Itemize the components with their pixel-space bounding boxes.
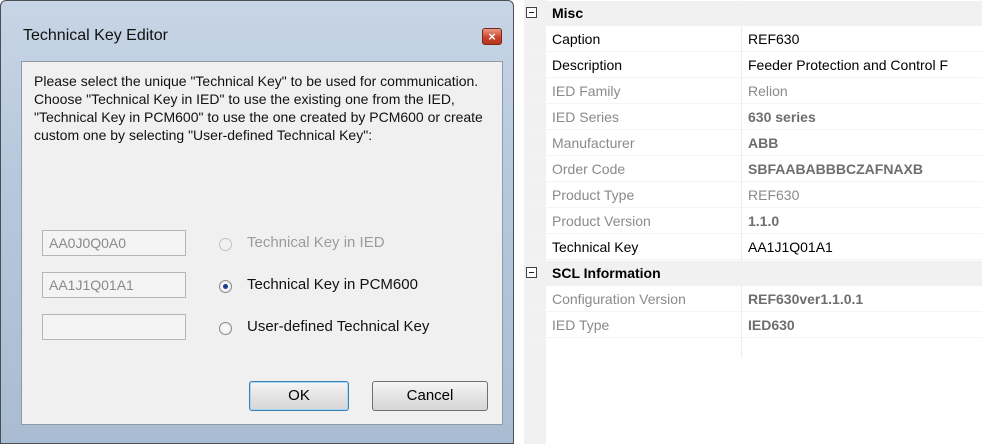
- radio-technical-key-in-ied: [219, 238, 232, 251]
- property-value: REF630ver1.1.0.1: [748, 291, 864, 307]
- property-value: Relion: [748, 83, 788, 99]
- property-value[interactable]: REF630: [748, 27, 982, 52]
- property-row[interactable]: IED Family Relion: [524, 79, 982, 104]
- property-value[interactable]: Feeder Protection and Control F: [748, 53, 982, 78]
- property-row[interactable]: Configuration Version REF630ver1.1.0.1: [524, 287, 982, 312]
- radio-technical-key-in-pcm600[interactable]: [219, 280, 232, 293]
- property-value: REF630: [748, 187, 800, 203]
- property-name: Order Code: [552, 161, 626, 177]
- technical-key-in-pcm600-label[interactable]: Technical Key in PCM600: [247, 276, 418, 293]
- property-name: Manufacturer: [552, 135, 635, 151]
- technical-key-editor-dialog: Technical Key Editor × Please select the…: [0, 0, 514, 444]
- property-row[interactable]: Description Feeder Protection and Control…: [524, 53, 982, 78]
- property-row[interactable]: Product Version 1.1.0: [524, 209, 982, 234]
- cancel-button[interactable]: Cancel: [372, 381, 488, 411]
- close-button[interactable]: ×: [482, 28, 502, 45]
- property-value: 1.1.0: [748, 213, 780, 229]
- category-row[interactable]: SCL Information: [524, 261, 982, 286]
- instructions-text: Please select the unique "Technical Key"…: [34, 73, 483, 143]
- property-row[interactable]: IED Type IED630: [524, 313, 982, 338]
- property-name: Technical Key: [552, 239, 639, 255]
- property-row[interactable]: IED Series 630 series: [524, 105, 982, 130]
- property-value: SBFAABABBBCZAFNAXB: [748, 161, 923, 177]
- property-row[interactable]: Technical Key AA1J1Q01A1: [524, 235, 982, 260]
- property-value: IED630: [748, 317, 795, 333]
- property-name: Product Version: [552, 213, 651, 229]
- property-name: IED Family: [552, 83, 621, 99]
- radio-user-defined-technical-key[interactable]: [219, 322, 232, 335]
- property-name: IED Type: [552, 317, 610, 333]
- property-row[interactable]: Caption REF630: [524, 27, 982, 52]
- dialog-title: Technical Key Editor: [23, 27, 168, 44]
- property-name: Description: [552, 57, 623, 73]
- property-name: Product Type: [552, 187, 635, 203]
- collapse-icon[interactable]: [526, 7, 537, 18]
- category-row[interactable]: Misc: [524, 1, 982, 26]
- property-name: Configuration Version: [552, 291, 686, 307]
- property-row[interactable]: Order Code SBFAABABBBCZAFNAXB: [524, 157, 982, 182]
- pcm600-key-field: AA1J1Q01A1: [42, 272, 186, 298]
- property-name: IED Series: [552, 109, 619, 125]
- category-label: Misc: [552, 5, 584, 21]
- property-value: 630 series: [748, 109, 816, 125]
- property-row[interactable]: Manufacturer ABB: [524, 131, 982, 156]
- category-label: SCL Information: [552, 265, 661, 281]
- dialog-client-area: Please select the unique "Technical Key"…: [21, 61, 503, 425]
- technical-key-in-ied-label: Technical Key in IED: [247, 234, 385, 251]
- property-name: Caption: [552, 31, 601, 47]
- collapse-icon[interactable]: [526, 267, 537, 278]
- property-row[interactable]: Product Type REF630: [524, 183, 982, 208]
- close-icon: ×: [488, 29, 496, 44]
- ok-button[interactable]: OK: [249, 381, 349, 411]
- property-grid[interactable]: Misc Caption REF630 Description Feeder Prote…: [524, 0, 982, 444]
- ied-key-field: AA0J0Q0A0: [42, 230, 186, 256]
- user-defined-technical-key-label[interactable]: User-defined Technical Key: [247, 318, 429, 335]
- user-defined-key-input[interactable]: [42, 314, 186, 340]
- property-value: ABB: [748, 135, 779, 151]
- property-value[interactable]: AA1J1Q01A1: [748, 235, 982, 260]
